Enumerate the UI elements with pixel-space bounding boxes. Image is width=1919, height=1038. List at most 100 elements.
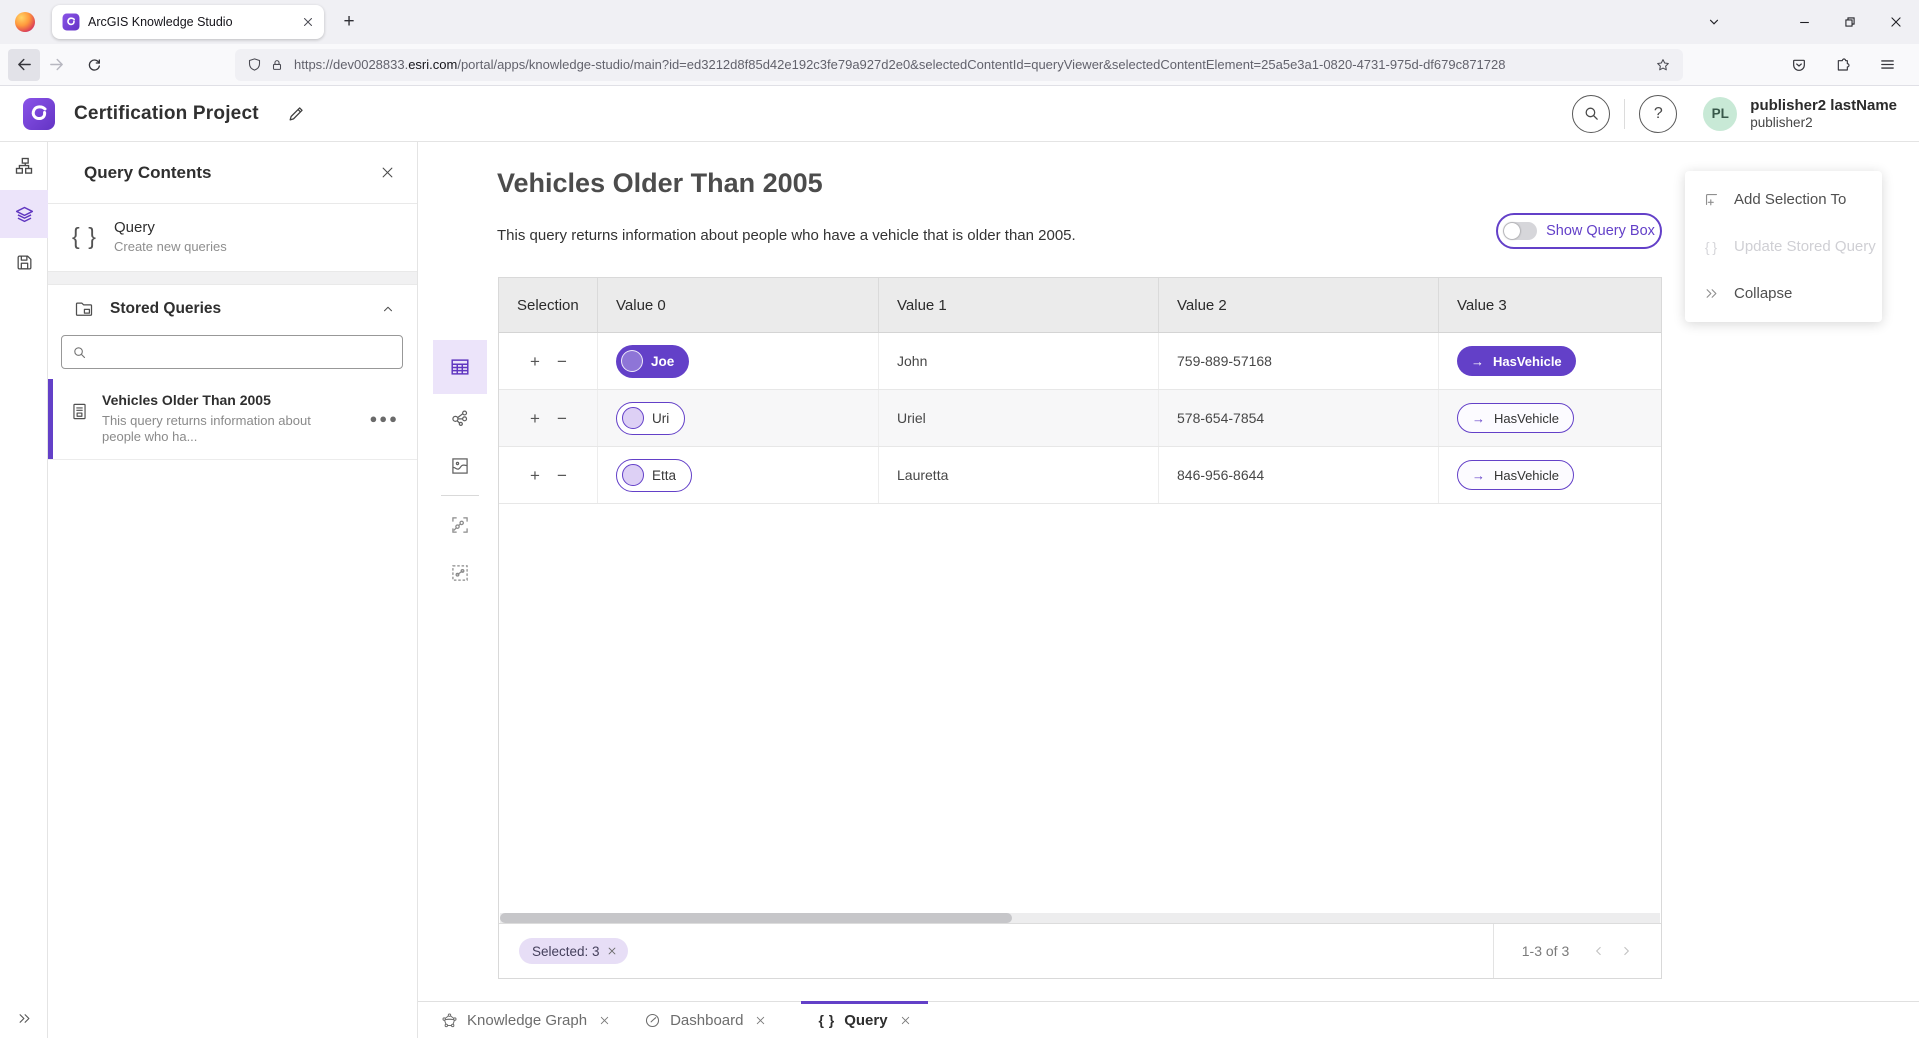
remove-from-selection-icon[interactable]: −: [557, 410, 567, 427]
tab-list-chevron-icon[interactable]: [1691, 2, 1737, 42]
stored-queries-title: Stored Queries: [110, 300, 221, 318]
toggle-track[interactable]: [1503, 222, 1537, 240]
search-icon: [72, 345, 87, 360]
tracking-shield-icon[interactable]: [247, 57, 262, 72]
stored-queries-search-input[interactable]: [95, 344, 392, 360]
tab-knowledge-graph[interactable]: Knowledge Graph: [424, 1002, 627, 1038]
table-row[interactable]: + − Uri Uriel 578-654-7854 →HasVehicle: [499, 390, 1661, 447]
chevron-up-icon[interactable]: [381, 302, 395, 316]
header-divider: [1624, 99, 1625, 129]
rail-expand-button[interactable]: [0, 1011, 48, 1026]
menu-item-update-stored-query[interactable]: { } Update Stored Query: [1685, 223, 1882, 270]
query-viewer: Vehicles Older Than 2005 This query retu…: [418, 142, 1919, 1038]
knowledge-graph-icon: [441, 1012, 458, 1029]
forward-button[interactable]: [40, 49, 72, 81]
back-button[interactable]: [8, 49, 40, 81]
menu-item-collapse[interactable]: Collapse: [1685, 270, 1882, 317]
table-footer: Selected: 3 1-3 of 3: [499, 923, 1661, 978]
relationship-pill[interactable]: →HasVehicle: [1457, 403, 1574, 433]
url-text: https://dev0028833.esri.com/portal/apps/…: [294, 57, 1655, 72]
arrow-right-icon: →: [1472, 468, 1485, 483]
dashboard-gauge-icon: [644, 1012, 661, 1029]
select-results-button[interactable]: [433, 501, 487, 549]
reload-button[interactable]: [78, 49, 110, 81]
pagination: 1-3 of 3: [1493, 924, 1661, 978]
rail-item-contents[interactable]: [0, 190, 48, 238]
results-table: Selection Value 0 Value 1 Value 2 Value …: [498, 277, 1662, 979]
search-button[interactable]: [1572, 95, 1610, 133]
entity-pill[interactable]: Joe: [616, 345, 689, 378]
hamburger-menu-icon[interactable]: [1871, 49, 1903, 81]
tab-close-icon[interactable]: [900, 1015, 911, 1026]
window-restore-button[interactable]: [1827, 2, 1873, 42]
item-options-ellipsis-icon[interactable]: ●●●: [369, 411, 399, 426]
relationship-pill[interactable]: →HasVehicle: [1457, 346, 1576, 376]
new-query-item[interactable]: { } Query Create new queries: [48, 204, 417, 271]
user-avatar[interactable]: PL: [1703, 97, 1737, 131]
tab-close-icon[interactable]: [302, 16, 314, 28]
stored-query-item[interactable]: Vehicles Older Than 2005 This query retu…: [48, 379, 417, 460]
remove-from-selection-icon[interactable]: −: [557, 353, 567, 370]
tab-close-icon[interactable]: [755, 1015, 766, 1026]
menu-item-add-selection-to[interactable]: Add Selection To: [1685, 176, 1882, 223]
new-tab-button[interactable]: +: [334, 7, 364, 37]
edit-title-pencil-icon[interactable]: [287, 104, 306, 123]
query-item-subtitle: Create new queries: [114, 239, 227, 254]
stored-queries-header[interactable]: Stored Queries: [48, 285, 417, 333]
clear-selection-button[interactable]: [433, 549, 487, 597]
stored-queries-search[interactable]: [61, 335, 403, 369]
firefox-view-button[interactable]: [10, 7, 40, 37]
previous-page-icon[interactable]: [1592, 944, 1606, 958]
entity-pill[interactable]: Uri: [616, 402, 685, 435]
browser-navbar: https://dev0028833.esri.com/portal/apps/…: [0, 44, 1919, 86]
extensions-icon[interactable]: [1827, 49, 1859, 81]
selected-count-chip[interactable]: Selected: 3: [519, 938, 628, 964]
help-button[interactable]: ?: [1639, 95, 1677, 133]
column-header-selection[interactable]: Selection: [499, 278, 598, 332]
scrollbar-thumb[interactable]: [500, 913, 1012, 923]
panel-close-icon[interactable]: [380, 165, 395, 180]
table-header-row: Selection Value 0 Value 1 Value 2 Value …: [499, 278, 1661, 333]
column-header-value2[interactable]: Value 2: [1159, 278, 1439, 332]
column-header-value0[interactable]: Value 0: [598, 278, 879, 332]
user-subtitle: publisher2: [1750, 115, 1897, 131]
clear-selected-icon[interactable]: [607, 946, 617, 956]
column-header-value3[interactable]: Value 3: [1439, 278, 1661, 332]
map-view-button[interactable]: [433, 442, 487, 490]
next-page-icon[interactable]: [1619, 944, 1633, 958]
stored-query-description: This query returns information about peo…: [102, 413, 311, 445]
bookmark-star-icon[interactable]: [1655, 57, 1671, 73]
browser-titlebar: ArcGIS Knowledge Studio +: [0, 0, 1919, 44]
table-row[interactable]: + − Joe John 759-889-57168 →HasVehicle: [499, 333, 1661, 390]
rail-item-saved[interactable]: [0, 238, 48, 286]
window-minimize-button[interactable]: [1781, 2, 1827, 42]
url-bar[interactable]: https://dev0028833.esri.com/portal/apps/…: [235, 49, 1683, 81]
table-view-button[interactable]: [433, 340, 487, 394]
browser-tab[interactable]: ArcGIS Knowledge Studio: [52, 5, 324, 39]
pocket-icon[interactable]: [1783, 49, 1815, 81]
user-info[interactable]: publisher2 lastName publisher2: [1750, 97, 1897, 131]
table-row[interactable]: + − Etta Lauretta 846-956-8644 →HasVehic…: [499, 447, 1661, 504]
remove-from-selection-icon[interactable]: −: [557, 467, 567, 484]
app-header: Certification Project ? PL publisher2 la…: [0, 86, 1919, 142]
tab-close-icon[interactable]: [599, 1015, 610, 1026]
rail-item-data-model[interactable]: [0, 142, 48, 190]
add-to-selection-icon[interactable]: +: [530, 410, 540, 427]
add-to-selection-icon[interactable]: +: [530, 353, 540, 370]
relationship-pill[interactable]: →HasVehicle: [1457, 460, 1574, 490]
options-context-menu: Add Selection To { } Update Stored Query…: [1685, 171, 1882, 322]
horizontal-scrollbar[interactable]: [500, 913, 1660, 923]
braces-icon: { }: [1702, 239, 1720, 255]
lock-icon[interactable]: [270, 58, 284, 72]
add-to-selection-icon[interactable]: +: [530, 467, 540, 484]
entity-pill[interactable]: Etta: [616, 459, 692, 492]
show-query-box-toggle[interactable]: Show Query Box: [1496, 213, 1662, 249]
column-header-value1[interactable]: Value 1: [879, 278, 1159, 332]
window-close-button[interactable]: [1873, 2, 1919, 42]
folder-icon: [74, 299, 94, 319]
query-contents-panel: Query Contents { } Query Create new quer…: [48, 142, 418, 1038]
stored-query-doc-icon: [70, 402, 89, 445]
link-chart-view-button[interactable]: [433, 394, 487, 442]
tab-dashboard[interactable]: Dashboard: [627, 1002, 783, 1038]
tab-query[interactable]: { } Query: [801, 1002, 927, 1038]
